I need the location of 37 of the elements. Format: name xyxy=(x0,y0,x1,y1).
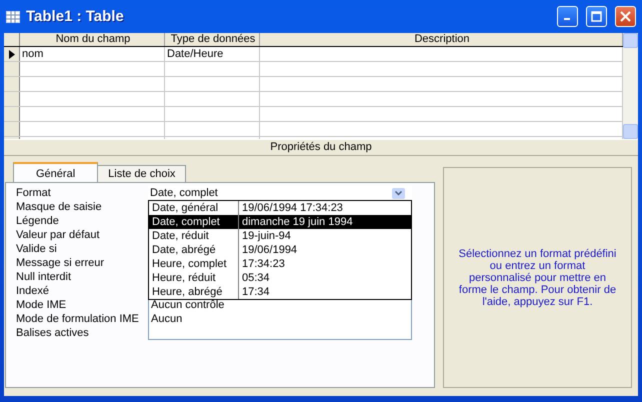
tab[interactable]: Liste de choix xyxy=(97,165,186,182)
maximize-icon xyxy=(591,11,602,22)
row-selector[interactable] xyxy=(4,47,20,61)
property-label: Format xyxy=(16,186,52,200)
dropdown-icon xyxy=(392,188,405,198)
section-title: Propriétés du champ xyxy=(4,139,638,156)
tab[interactable]: Général xyxy=(13,162,98,182)
property-label: Balises actives xyxy=(16,326,90,340)
property-label: Légende xyxy=(16,214,60,228)
format-option[interactable]: Heure, abrégé 17:34 xyxy=(149,285,411,299)
format-option[interactable]: Date, complet dimanche 19 juin 1994 xyxy=(149,215,411,229)
property-label: Valide si xyxy=(16,242,58,256)
property-label: Mode IME xyxy=(16,298,68,313)
help-text: Sélectionnez un format prédéfini ou entrez un format personnalisé pour mettre en forme le champ. Pour obtenir de l'aide, appuyez sur F1. xyxy=(458,248,617,308)
table-icon xyxy=(6,10,20,22)
property-field[interactable] xyxy=(148,326,412,340)
minimize-button[interactable] xyxy=(557,6,578,27)
table-cell: nom xyxy=(22,48,44,60)
format-option[interactable]: Heure, complet 17:34:23 xyxy=(149,257,411,271)
close-button[interactable] xyxy=(615,6,636,27)
property-label: Mode de formulation IME xyxy=(16,312,140,327)
property-label: Masque de saisie xyxy=(16,200,103,214)
table-cell: Date/Heure xyxy=(167,48,224,60)
property-label: Null interdit xyxy=(16,270,72,284)
column-header[interactable]: Nom du champ xyxy=(20,33,165,46)
property-label: Indexé xyxy=(16,284,50,298)
property-label: Valeur par défaut xyxy=(16,228,101,242)
format-option[interactable]: Heure, réduit 05:34 xyxy=(149,271,411,285)
format-option[interactable]: Date, réduit 19-juin-94 xyxy=(149,229,411,243)
format-option[interactable]: Date, abrégé 19/06/1994 xyxy=(149,243,411,257)
column-header[interactable]: Type de données xyxy=(165,33,260,46)
window-title: Table1 : Table xyxy=(26,8,125,25)
scrollbar[interactable] xyxy=(623,33,638,139)
property-field[interactable]: Aucun xyxy=(148,312,412,327)
close-icon xyxy=(620,11,631,22)
maximize-button[interactable] xyxy=(586,6,607,27)
property-label: Message si erreur xyxy=(16,256,106,270)
